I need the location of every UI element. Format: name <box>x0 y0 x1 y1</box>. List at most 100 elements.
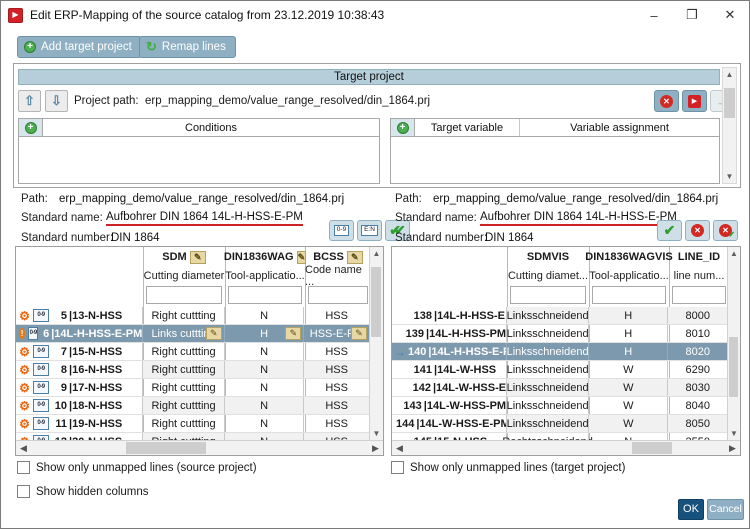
table-row[interactable]: ⚙0-911|19-N-HSSRight cutttingNHSS <box>16 415 369 433</box>
scroll-thumb[interactable] <box>729 337 738 397</box>
edit-cell-icon[interactable]: ✎ <box>351 327 367 340</box>
line-id: |14L-W-HSS-E-PM <box>416 418 506 430</box>
show-hidden-columns-checkbox[interactable]: Show hidden columns <box>17 485 149 498</box>
minimize-button[interactable]: – <box>635 1 673 29</box>
column-filter-input[interactable] <box>592 286 666 304</box>
scroll-up-arrow[interactable]: ▲ <box>723 68 736 81</box>
line-value-cell: Rechtsschneidend <box>506 433 588 440</box>
ok-button[interactable]: OK <box>678 499 704 520</box>
column-filter-input[interactable] <box>146 286 222 304</box>
scroll-right-arrow[interactable]: ▶ <box>725 441 740 455</box>
cancel-button[interactable]: Cancel <box>707 499 744 520</box>
table-row[interactable]: 144|14L-W-HSS-E-PMLinksschneidendW8050 <box>392 415 727 433</box>
column-header[interactable]: LINE_ID <box>669 247 729 267</box>
remove-and-confirm-button[interactable]: ✕✔ <box>713 220 738 241</box>
table-row[interactable]: ⚙0-95|13-N-HSSRight cutttingNHSS <box>16 307 369 325</box>
delete-project-button[interactable]: ✕ <box>654 90 679 112</box>
table-rows-area: 138|14L-H-HSS-ELinksschneidendH8000139|1… <box>392 307 727 440</box>
table-row[interactable]: ⚙0-98|16-N-HSSRight cutttingNHSS <box>16 361 369 379</box>
remap-lines-button[interactable]: ↻ Remap lines <box>139 36 236 58</box>
value-range-button[interactable]: 0-9 <box>329 220 354 241</box>
scroll-thumb[interactable] <box>632 442 672 454</box>
column-header[interactable]: SDMVIS <box>507 247 589 267</box>
scroll-left-arrow[interactable]: ◀ <box>392 441 407 455</box>
table-row[interactable]: 141|14L-W-HSSLinksschneidendW6290 <box>392 361 727 379</box>
close-button[interactable]: ✕ <box>711 1 749 29</box>
red-x-icon: ✕ <box>660 95 673 108</box>
column-header[interactable]: SDM✎ <box>143 247 225 267</box>
scroll-thumb[interactable] <box>724 88 735 118</box>
source-path-value: erp_mapping_demo/value_range_resolved/di… <box>59 193 344 205</box>
scroll-up-arrow[interactable]: ▲ <box>728 247 740 260</box>
target-path-value: erp_mapping_demo/value_range_resolved/di… <box>433 193 718 205</box>
move-down-button[interactable]: ⇩ <box>45 90 68 112</box>
table-row[interactable]: 145|15-N-HSSRechtsschneidendN2550 <box>392 433 727 440</box>
table-row[interactable]: 139|14L-H-HSS-PMLinksschneidendH8010 <box>392 325 727 343</box>
show-unmapped-target-checkbox[interactable]: Show only unmapped lines (target project… <box>391 461 625 474</box>
table-row[interactable]: 142|14L-W-HSS-ELinksschneidendW8030 <box>392 379 727 397</box>
expression-button[interactable]: E:N <box>357 220 382 241</box>
table-row[interactable]: ⚙0-99|17-N-HSSRight cutttingNHSS <box>16 379 369 397</box>
panel-vertical-scrollbar[interactable]: ▲ ▼ <box>722 67 737 184</box>
column-filter-input[interactable] <box>510 286 586 304</box>
scroll-thumb[interactable] <box>371 267 381 337</box>
line-value-cell: 8020 <box>667 343 727 360</box>
horizontal-scrollbar[interactable]: ◀ ▶ <box>392 440 740 455</box>
open-project-button[interactable]: ▶ <box>682 90 707 112</box>
add-condition-button[interactable]: + <box>19 119 43 136</box>
column-filter-input[interactable] <box>228 286 302 304</box>
table-row[interactable]: ⚙0-910|18-N-HSSRight cutttingNHSS <box>16 397 369 415</box>
conditions-table: + Conditions <box>18 118 380 184</box>
target-project-panel: Target project ⇧ ⇩ Project path: erp_map… <box>13 63 741 188</box>
horizontal-scrollbar[interactable]: ◀ ▶ <box>16 440 383 455</box>
column-filter-input[interactable] <box>672 286 726 304</box>
scroll-left-arrow[interactable]: ◀ <box>16 441 31 455</box>
line-name-cell: ⚙0-911|19-N-HSS <box>16 415 142 432</box>
show-unmapped-source-checkbox[interactable]: Show only unmapped lines (source project… <box>17 461 257 474</box>
add-target-project-button[interactable]: + Add target project <box>17 36 142 58</box>
show-hidden-columns-label: Show hidden columns <box>36 486 149 498</box>
line-value-cell: N <box>224 343 304 360</box>
edit-column-icon[interactable]: ✎ <box>190 251 206 264</box>
column-header[interactable]: DIN1836WAGVIS <box>589 247 669 267</box>
vertical-scrollbar[interactable]: ▲ ▼ <box>369 247 383 440</box>
app-icon: ▶ <box>8 8 23 23</box>
line-value-cell: N <box>224 397 304 414</box>
scroll-down-arrow[interactable]: ▼ <box>728 427 740 440</box>
checkbox-icon <box>17 485 30 498</box>
line-value-cell: N <box>224 379 304 396</box>
source-standard-name-label: Standard name: <box>21 212 103 224</box>
table-row[interactable]: 138|14L-H-HSS-ELinksschneidendH8000 <box>392 307 727 325</box>
scroll-down-arrow[interactable]: ▼ <box>723 170 736 183</box>
gear-icon: ⚙ <box>18 364 31 376</box>
scroll-thumb[interactable] <box>126 442 206 454</box>
scroll-right-arrow[interactable]: ▶ <box>368 441 383 455</box>
vertical-scrollbar[interactable]: ▲ ▼ <box>727 247 740 440</box>
scroll-down-arrow[interactable]: ▼ <box>370 427 383 440</box>
edit-cell-icon[interactable]: ✎ <box>206 327 222 340</box>
confirm-mapping-button[interactable]: ✔ <box>657 220 682 241</box>
erp-mapping-dialog: ▶ Edit ERP-Mapping of the source catalog… <box>0 0 750 529</box>
line-id: |17-N-HSS <box>69 382 122 394</box>
line-value-cell: Right cuttting <box>142 307 224 324</box>
line-number: 144 <box>396 418 414 430</box>
add-assignment-button[interactable]: + <box>391 119 415 136</box>
remove-mapping-button[interactable]: ✕ <box>685 220 710 241</box>
expression-icon: E:N <box>361 225 378 236</box>
source-standard-number-value: DIN 1864 <box>111 232 160 244</box>
maximize-button[interactable]: ❐ <box>673 1 711 29</box>
cell-text: Linksschneidend <box>507 346 589 358</box>
table-row[interactable]: 143|14L-W-HSS-PMLinksschneidendW8040 <box>392 397 727 415</box>
edit-column-icon[interactable]: ✎ <box>347 251 363 264</box>
column-filter-input[interactable] <box>308 286 368 304</box>
table-row[interactable]: ⚙0-912|20-N-HSSRight cutttingNHSS <box>16 433 369 440</box>
table-row[interactable]: ⚙0-97|15-N-HSSRight cutttingNHSS <box>16 343 369 361</box>
move-up-button[interactable]: ⇧ <box>18 90 41 112</box>
target-standard-number-label: Standard number: <box>395 232 487 244</box>
scroll-up-arrow[interactable]: ▲ <box>370 247 383 260</box>
table-row[interactable]: !0-96|14L-H-HSS-E-PMLinks cuttting✎H✎HSS… <box>16 325 369 343</box>
remap-lines-label: Remap lines <box>162 41 226 53</box>
table-row[interactable]: →140|14L-H-HSS-E-PMLinksschneidendH8020 <box>392 343 727 361</box>
edit-cell-icon[interactable]: ✎ <box>285 327 301 340</box>
column-header[interactable]: DIN1836WAG✎ <box>225 247 305 267</box>
